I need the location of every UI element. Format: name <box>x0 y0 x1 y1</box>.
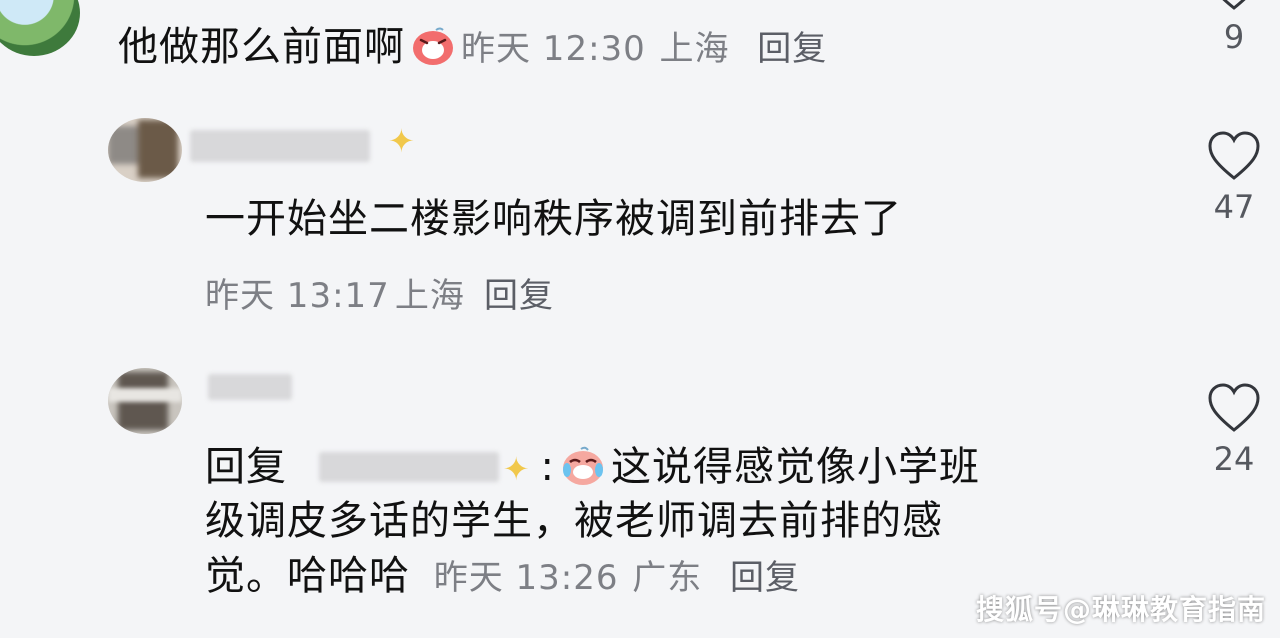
comment-text: 他做那么前面啊 <box>118 24 405 70</box>
like-button[interactable]: 24 <box>1194 382 1274 478</box>
comment-text-line2: 级调皮多话的学生，被老师调去前排的感 <box>205 498 943 545</box>
heart-icon <box>1222 0 1246 10</box>
watermark: 搜狐号@琳琳教育指南 <box>975 593 1266 626</box>
comment-location: 上海 <box>394 276 465 316</box>
comment-text-line1: 这说得感觉像小学班 <box>611 444 981 490</box>
avatar[interactable] <box>108 368 182 434</box>
comment-text-line3: 觉。哈哈哈 <box>205 552 410 599</box>
like-button[interactable]: 9 <box>1194 0 1274 56</box>
reply-prefix: 回复 <box>205 444 287 490</box>
comment-3: 回复 ✦: 这说得感觉像小学班 级调皮多话的学生，被老师调去前排的感 觉。哈哈哈… <box>205 440 980 603</box>
sparkle-icon: ✦ <box>502 450 531 488</box>
reply-button[interactable]: 回复 <box>484 276 554 316</box>
comment-time: 昨天 12:30 <box>461 29 646 69</box>
avatar[interactable] <box>0 0 80 56</box>
heart-icon <box>1208 131 1260 180</box>
comment-1: 他做那么前面啊 昨天 12:30 上海 回复 <box>118 20 827 74</box>
comment-2-meta: 昨天 13:17 上海 回复 <box>205 268 554 317</box>
comment-2-text: 一开始坐二楼影响秩序被调到前排去了 <box>205 196 902 242</box>
like-count: 24 <box>1213 440 1255 478</box>
comment-location: 广东 <box>632 557 703 598</box>
like-count: 47 <box>1213 188 1255 226</box>
like-count: 9 <box>1223 18 1245 56</box>
username-blurred[interactable] <box>208 374 292 400</box>
crying-laughing-face-icon <box>559 446 607 486</box>
username-blurred[interactable] <box>190 130 370 162</box>
comment-time: 昨天 13:26 <box>433 557 619 598</box>
reply-button[interactable]: 回复 <box>757 29 827 69</box>
laughing-face-icon <box>409 26 457 66</box>
colon: : <box>540 444 556 490</box>
avatar[interactable] <box>108 118 182 182</box>
sparkle-icon: ✦ <box>388 122 415 160</box>
reply-button[interactable]: 回复 <box>730 558 800 598</box>
heart-icon <box>1208 383 1260 432</box>
mention-blurred[interactable] <box>318 452 499 482</box>
like-button[interactable]: 47 <box>1194 130 1274 226</box>
comment-time: 昨天 13:17 <box>205 276 390 316</box>
comment-location: 上海 <box>659 29 730 69</box>
